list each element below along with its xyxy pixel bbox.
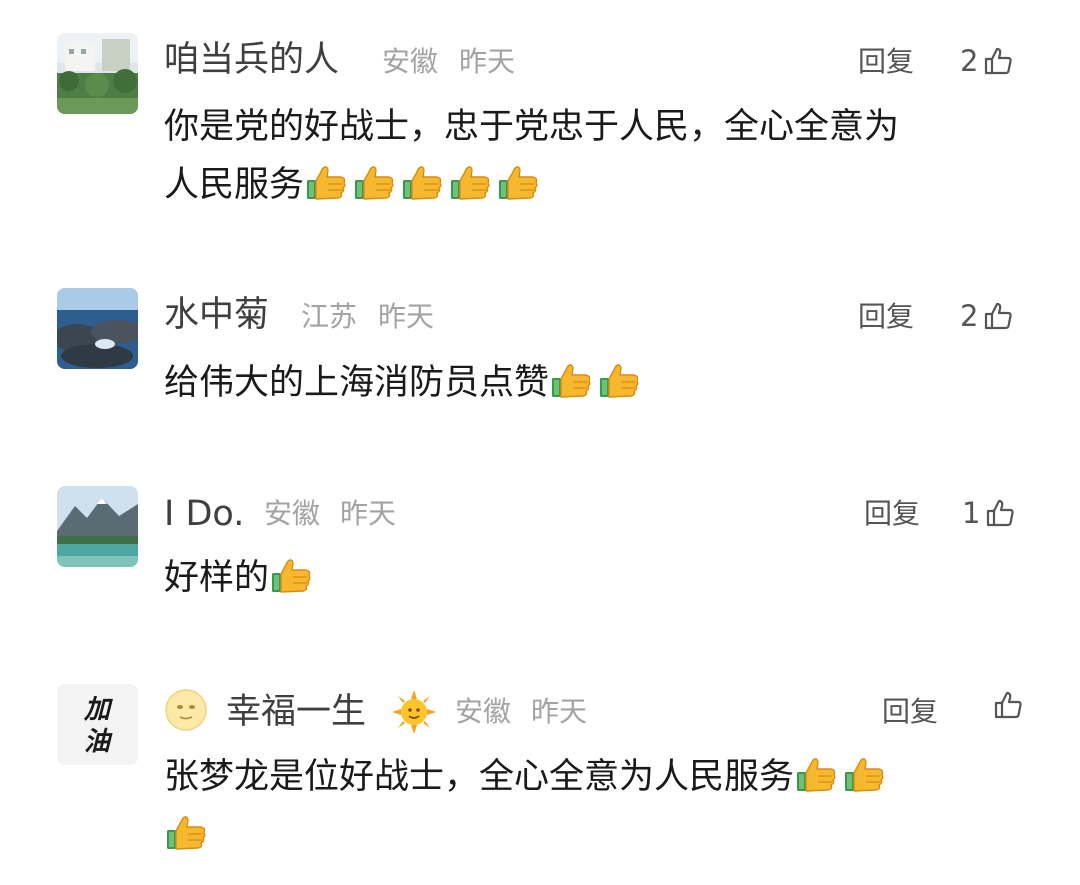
like-button[interactable]: 1 xyxy=(962,491,1016,535)
reply-button[interactable]: 回复 xyxy=(858,40,914,84)
timestamp: 昨天 xyxy=(378,300,435,333)
thumbs-up-emoji xyxy=(269,553,313,597)
location: 江苏 xyxy=(301,300,358,333)
thumbs-up-emoji xyxy=(164,810,208,854)
comment-text-line xyxy=(164,806,890,864)
thumbs-up-emoji xyxy=(352,160,396,204)
like-count: 2 xyxy=(960,299,979,333)
comment-text: 好样的 xyxy=(164,549,317,607)
thumbs-up-emoji xyxy=(549,358,593,402)
thumbs-up-outline-icon xyxy=(982,45,1014,77)
like-button[interactable] xyxy=(988,689,1024,721)
like-count: 1 xyxy=(962,496,981,530)
location: 安徽 xyxy=(455,695,512,728)
comment-text: 给伟大的上海消防员点赞 xyxy=(164,354,645,412)
thumbs-up-outline-icon xyxy=(982,300,1014,332)
thumbs-up-emoji xyxy=(304,160,348,204)
thumbs-up-emoji xyxy=(842,752,886,796)
comment-text-line: 人民服务 xyxy=(164,156,899,214)
reply-button[interactable]: 回复 xyxy=(864,492,920,536)
moon-face-emoji xyxy=(164,688,208,732)
username[interactable]: 水中菊 xyxy=(164,293,269,337)
thumbs-up-emoji xyxy=(496,160,540,204)
thumbs-up-emoji xyxy=(794,752,838,796)
comment-text-line: 给伟大的上海消防员点赞 xyxy=(164,354,645,412)
username[interactable]: 咱当兵的人 xyxy=(164,38,339,82)
sun-face-emoji xyxy=(392,690,436,734)
reply-button[interactable]: 回复 xyxy=(858,295,914,339)
thumbs-up-emoji xyxy=(597,358,641,402)
avatar[interactable] xyxy=(57,486,138,567)
comment-text-line: 你是党的好战士，忠于党忠于人民，全心全意为 xyxy=(164,107,900,147)
username[interactable]: 幸福一生 xyxy=(226,690,366,734)
thumbs-up-outline-icon xyxy=(992,689,1024,721)
thumbs-up-emoji xyxy=(400,160,444,204)
like-button[interactable]: 2 xyxy=(960,39,1014,83)
timestamp: 昨天 xyxy=(459,45,516,78)
timestamp: 昨天 xyxy=(531,695,588,728)
username[interactable]: I Do. xyxy=(164,492,244,536)
svg-text:加: 加 xyxy=(83,695,113,725)
thumbs-up-outline-icon xyxy=(984,497,1016,529)
like-button[interactable]: 2 xyxy=(960,294,1014,338)
location: 安徽 xyxy=(382,45,439,78)
comment-text: 张梦龙是位好战士，全心全意为人民服务 xyxy=(164,748,890,864)
avatar[interactable] xyxy=(57,288,138,369)
reply-button[interactable]: 回复 xyxy=(882,690,938,734)
avatar[interactable] xyxy=(57,33,138,114)
timestamp: 昨天 xyxy=(340,497,397,530)
thumbs-up-emoji xyxy=(448,160,492,204)
location: 安徽 xyxy=(264,497,321,530)
comment-text-line: 张梦龙是位好战士，全心全意为人民服务 xyxy=(164,748,890,806)
svg-text:油: 油 xyxy=(84,727,113,757)
comment-text: 你是党的好战士，忠于党忠于人民，全心全意为 人民服务 xyxy=(164,98,899,214)
like-count: 2 xyxy=(960,44,979,78)
comment-text-line: 好样的 xyxy=(164,549,317,607)
avatar[interactable]: 加 油 xyxy=(57,684,138,765)
